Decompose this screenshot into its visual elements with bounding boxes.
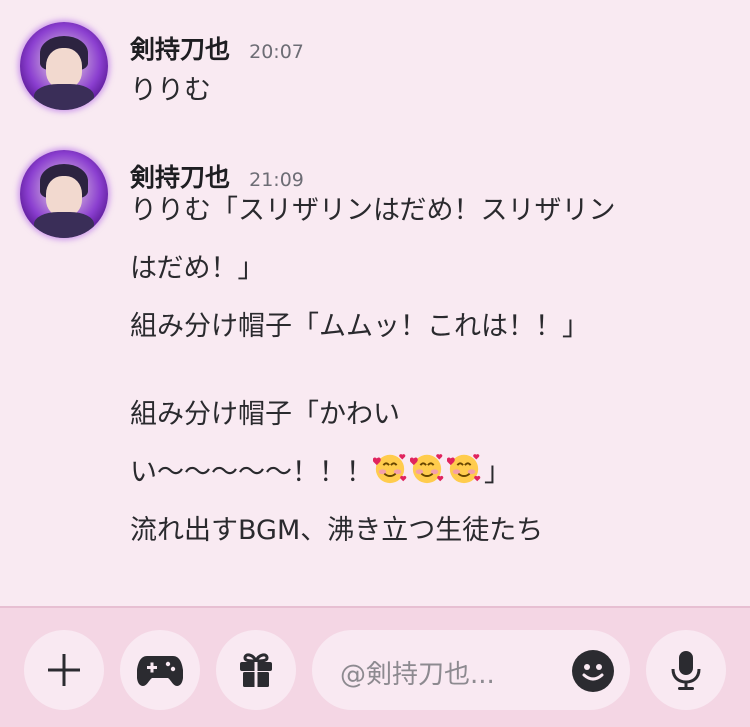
message-line-suffix: 」 bbox=[484, 457, 511, 488]
message-input-placeholder: @剣持刀也... bbox=[340, 660, 495, 690]
gift-button[interactable] bbox=[216, 630, 296, 710]
message-body: りりむ bbox=[130, 62, 211, 120]
plus-icon bbox=[48, 654, 80, 686]
message-line: りりむ bbox=[130, 75, 211, 106]
smiling-face-with-hearts-icon bbox=[447, 454, 481, 484]
message-line-text: い〜〜〜〜〜！！！ bbox=[130, 457, 373, 488]
message-line: はだめ！」 bbox=[130, 253, 265, 284]
activities-button[interactable] bbox=[120, 630, 200, 710]
add-button[interactable] bbox=[24, 630, 104, 710]
message-line: 組み分け帽子「かわい bbox=[130, 399, 400, 430]
timestamp: 20:07 bbox=[249, 41, 304, 63]
message-line-with-emoji: い〜〜〜〜〜！！！ 」 bbox=[130, 444, 615, 502]
emoji-picker-button[interactable] bbox=[572, 650, 614, 692]
author-name[interactable]: 剣持刀也 bbox=[130, 35, 230, 64]
message-line: 流れ出すBGM、沸き立つ生徒たち bbox=[130, 515, 544, 546]
message-input[interactable]: @剣持刀也... bbox=[312, 630, 630, 710]
smiling-face-with-hearts-icon bbox=[373, 454, 407, 484]
voice-message-button[interactable] bbox=[646, 630, 726, 710]
emoji-group bbox=[373, 454, 484, 488]
emoji-icon bbox=[582, 664, 604, 681]
smiling-face-with-hearts-icon bbox=[410, 454, 444, 484]
avatar[interactable] bbox=[20, 150, 108, 238]
avatar[interactable] bbox=[20, 22, 108, 110]
message-line: りりむ「スリザリンはだめ！スリザリン bbox=[130, 195, 616, 226]
message-body: りりむ「スリザリンはだめ！スリザリン はだめ！」 組み分け帽子「ムムッ！これは！… bbox=[130, 182, 615, 560]
message-header: 剣持刀也 20:07 bbox=[130, 30, 304, 66]
gift-icon bbox=[240, 653, 272, 687]
gamepad-icon bbox=[137, 656, 183, 686]
composer-bar: @剣持刀也... bbox=[0, 606, 750, 727]
message-line: 組み分け帽子「ムムッ！これは！！」 bbox=[130, 311, 589, 342]
microphone-icon bbox=[671, 651, 701, 690]
